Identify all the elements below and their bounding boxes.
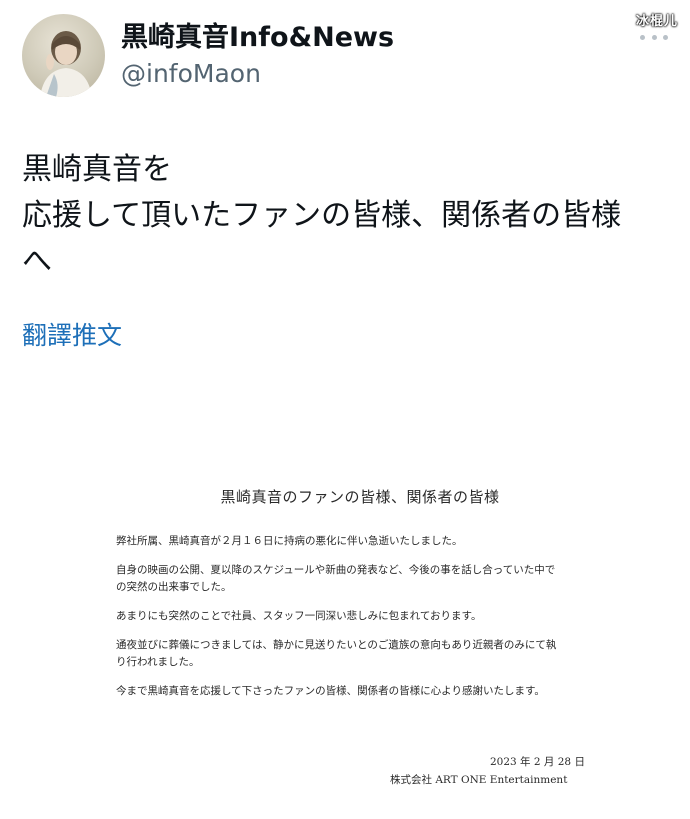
tweet-text-line: 応援して頂いたファンの皆様、関係者の皆様 <box>22 198 622 233</box>
display-name[interactable]: 黒崎真音Info&News <box>121 21 394 55</box>
statement-line: り行われました。 <box>116 656 200 668</box>
statement-company: 株式会社 ART ONE Entertainment <box>390 774 568 786</box>
translate-tweet-link[interactable]: 翻譯推文 <box>22 316 122 352</box>
statement-title: 黒崎真音のファンの皆様、関係者の皆様 <box>220 488 500 506</box>
avatar-portrait-icon <box>40 31 92 97</box>
watermark-text: 冰棍儿 <box>635 14 678 29</box>
statement-line: 自身の映画の公開、夏以降のスケジュールや新曲の発表など、今後の事を話し合っていた… <box>116 564 556 576</box>
statement-paragraph: 今まで黒崎真音を応援して下さったファンの皆様、関係者の皆様に心より感謝いたします… <box>116 683 620 700</box>
statement-paragraph: 弊社所属、黒崎真音が２月１６日に持病の悪化に伴い急逝いたしました。 <box>116 533 620 550</box>
tweet-header: 黒崎真音Info&News @infoMaon <box>22 14 394 97</box>
statement-line: 今まで黒崎真音を応援して下さったファンの皆様、関係者の皆様に心より感謝いたします… <box>116 685 545 697</box>
dot <box>651 34 657 40</box>
statement-date: 2023 年 2 月 28 日 <box>490 756 585 768</box>
more-options-icon[interactable] <box>640 30 668 44</box>
attached-statement-image[interactable]: 黒崎真音のファンの皆様、関係者の皆様 弊社所属、黒崎真音が２月１６日に持病の悪化… <box>100 486 620 786</box>
statement-line: あまりにも突然のことで社員、スタッフ一同深い悲しみに包まれております。 <box>116 610 482 622</box>
tweet-text: 黒崎真音を 応援して頂いたファンの皆様、関係者の皆様 へ <box>22 147 672 285</box>
avatar[interactable] <box>22 14 105 97</box>
tweet-text-line: 黒崎真音を <box>22 152 172 187</box>
statement-paragraph: 自身の映画の公開、夏以降のスケジュールや新曲の発表など、今後の事を話し合っていた… <box>116 562 620 596</box>
statement-paragraph: あまりにも突然のことで社員、スタッフ一同深い悲しみに包まれております。 <box>116 608 620 625</box>
tweet-text-line: へ <box>22 244 52 279</box>
statement-line: の突然の出来事でした。 <box>116 581 232 593</box>
statement-line: 通夜並びに葬儀につきましては、静かに見送りたいとのご遺族の意向もあり近親者のみに… <box>116 639 557 651</box>
statement-paragraph: 通夜並びに葬儀につきましては、静かに見送りたいとのご遺族の意向もあり近親者のみに… <box>116 637 620 671</box>
dot <box>663 34 668 40</box>
user-handle[interactable]: @infoMaon <box>121 57 394 91</box>
statement-line: 弊社所属、黒崎真音が２月１６日に持病の悪化に伴い急逝いたしました。 <box>116 535 463 547</box>
dot <box>640 34 645 40</box>
